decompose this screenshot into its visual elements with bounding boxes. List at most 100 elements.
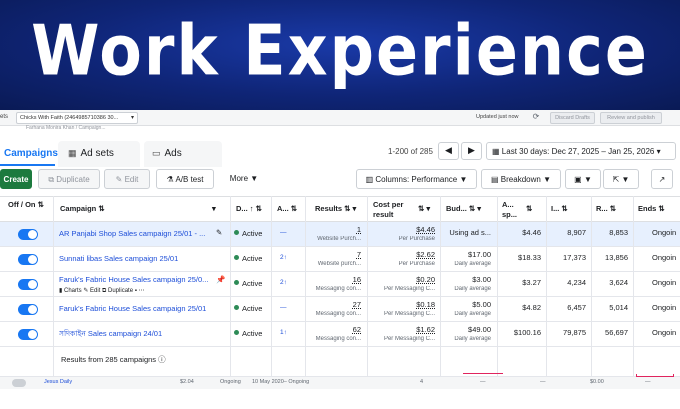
account-select[interactable]: Chicks With Faith (2464985710386 30... ▾ [16,112,138,124]
ab-test-button[interactable]: ⚗ A/B test [156,169,214,189]
col-divider [497,196,498,376]
more-icon[interactable]: ▪ ⋯ [135,288,145,294]
row-duplicate-link[interactable]: Duplicate [108,288,133,294]
status-dot [234,330,239,335]
cost-sort[interactable]: ⇅ ▾ [418,204,430,214]
pencil-icon[interactable]: ✎ [216,228,222,237]
col-reach[interactable]: R... ⇅ [596,204,616,214]
table-row[interactable]: Sunnati libas Sales campaign 25/01 Active… [0,247,680,272]
tab-campaigns-label: Campaigns [4,148,58,159]
col-campaign[interactable]: Campaign ⇅ [60,204,105,214]
campaign-toggle[interactable] [18,254,38,265]
edit-button[interactable]: ✎ Edit [104,169,150,189]
columns-button[interactable]: ▥ Columns: Performance ▼ [356,169,477,189]
col-divider [591,196,592,376]
col-amount-label: A... sp... [502,200,518,219]
table-row[interactable]: Faruk's Fabric House Sales campaign 25/0… [0,272,680,297]
delivery-status: Active [234,279,262,288]
updated-status: Updated just now [476,114,519,120]
report-icon: ▣ [574,175,582,184]
col-divider [546,196,547,376]
col-divider [440,196,441,376]
budget-value: $5.00 [472,300,491,309]
campaign-toggle[interactable] [18,279,38,290]
campaign-toggle[interactable] [18,229,38,240]
campaign-name[interactable]: Faruk's Fabric House Sales campaign 25/0… [59,304,209,313]
campaign-name[interactable]: Faruk's Fabric House Sales campaign 25/0… [59,275,209,284]
ends-value: Ongoin [652,228,677,237]
create-button[interactable]: Create [0,169,32,189]
tab-ads[interactable]: ▭ Ads [144,141,222,167]
breakdown-icon: ▤ [491,175,499,184]
date-range-picker[interactable]: ▦ Last 30 days: Dec 27, 2025 – Jan 25, 2… [486,142,676,160]
campaign-toggle[interactable] [18,304,38,315]
caret-down-icon: ▼ [250,174,259,183]
duplicate-button[interactable]: ⧉ Duplicate [38,169,100,189]
results-type: Messaging con... [315,336,361,342]
duplicate-label: Duplicate [56,175,90,184]
amount-spent: $4.82 [522,303,541,312]
pin-icon[interactable]: 📌 [216,275,225,284]
row-edit-link[interactable]: Edit [90,288,100,294]
col-results-label: Results [315,204,343,213]
sort-icon: ⇅ [98,204,105,213]
table-row[interactable]: Faruk's Fabric House Sales campaign 25/0… [0,297,680,322]
col-cost-per-result[interactable]: Cost per result [373,200,415,220]
budget-value: Using ad s... [449,228,491,237]
results-value: 27 [352,300,361,309]
calendar-icon: ▦ [492,147,500,156]
discard-drafts-button[interactable]: Discard Drafts [550,112,595,124]
campaign-name[interactable]: সদিকাইন Sales campaign 24/01 [59,329,209,341]
caret-down-icon: ▼ [459,175,468,184]
export-button[interactable]: ⇱ ▼ [603,169,639,189]
chart-button[interactable]: ↗ [651,169,673,189]
tab-ad-sets[interactable]: ▦ Ad sets [58,141,140,167]
flask-icon: ⚗ [166,175,174,184]
banner: Work Experience [0,0,680,110]
campaign-toggle[interactable] [18,329,38,340]
budget-value: $3.00 [472,275,491,284]
col-attribution[interactable]: A... ⇅ [277,204,297,214]
col-off-on[interactable]: Off / On ⇅ [8,200,44,210]
campaign-menu-caret[interactable]: ▾ [212,204,216,214]
campaign-name[interactable]: AR Panjabi Shop Sales campaign 25/01 - .… [59,229,209,238]
info-icon[interactable]: ⓘ [158,355,166,364]
refresh-icon[interactable]: ⟳ [530,112,542,124]
cost-type: Per Purchase [398,261,435,267]
breadcrumb: Farhana Monira Khan / Campaign... [26,125,106,131]
col-delivery[interactable]: D... ↑ ⇅ [236,204,262,214]
cost-value: $4.46 [416,225,435,234]
col-impressions[interactable]: I... ⇅ [551,204,568,214]
row-charts-link[interactable]: Charts [64,288,82,294]
more-label: More [229,174,249,183]
pencil-icon: ✎ [83,288,89,294]
reach-value: 5,014 [609,303,628,312]
col-budget[interactable]: Bud... ⇅ ▾ [446,204,481,214]
col-ends[interactable]: Ends ⇅ [638,204,665,214]
col-divider [271,196,272,376]
table-row[interactable]: AR Panjabi Shop Sales campaign 25/01 - .… [0,222,680,247]
next-page-button[interactable]: ▶ [461,142,482,160]
reach-value: 13,856 [605,253,628,262]
amount-sort[interactable]: ⇅ [526,204,532,214]
impressions-value: 79,875 [563,328,586,337]
col-results[interactable]: Results ⇅ ▾ [315,204,356,214]
prev-page-button[interactable]: ◀ [438,142,459,160]
col-amount-spent[interactable]: A... sp... [502,200,524,220]
campaign-name[interactable]: Sunnati libas Sales campaign 25/01 [59,254,209,263]
review-publish-button[interactable]: Review and publish [600,112,662,124]
caret-down-icon: ▼ [621,175,630,184]
bottom-row-name[interactable]: Jesus Daily [44,379,72,385]
table-row[interactable]: সদিকাইন Sales campaign 24/01 Active 1↑ 62 Me… [0,322,680,347]
toggle-off[interactable] [12,379,26,387]
status-dot [234,230,239,235]
pencil-icon: ✎ [115,175,123,184]
bar-chart-icon: ▮ [59,288,63,294]
reports-button[interactable]: ▣ ▼ [565,169,601,189]
breakdown-button[interactable]: ▤ Breakdown ▼ [481,169,561,189]
attribution-value: — [280,229,287,236]
more-button[interactable]: More ▼ [222,169,266,189]
amount-spent: $4.46 [522,228,541,237]
grid-icon: ▦ [68,148,77,158]
cost-type: Per Purchase [398,236,435,242]
